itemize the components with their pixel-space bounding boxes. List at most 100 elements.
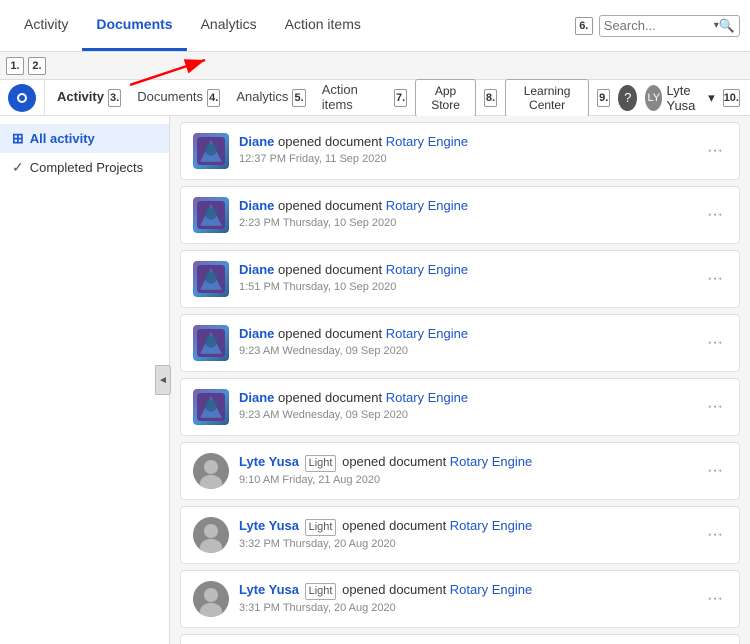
user-link[interactable]: Diane <box>239 134 274 149</box>
avatar <box>193 389 229 425</box>
activity-time: 9:10 AM Friday, 21 Aug 2020 <box>239 474 693 486</box>
activity-item: Diane opened document Rotary Engine 9:23… <box>180 378 740 436</box>
completed-projects-icon: ✓ <box>12 159 24 176</box>
annotation-badge-7: 7. <box>394 89 407 107</box>
activity-time: 3:32 PM Thursday, 20 Aug 2020 <box>239 538 693 550</box>
avatar <box>193 197 229 233</box>
activity-time: 2:23 PM Thursday, 10 Sep 2020 <box>239 217 693 229</box>
learning-center-button[interactable]: Learning Center <box>505 79 589 117</box>
action-text: opened document <box>342 582 450 597</box>
activity-time: 3:31 PM Thursday, 20 Aug 2020 <box>239 602 693 614</box>
lyte-avatar-image <box>193 581 229 617</box>
activity-item: Diane opened document Rotary Engine 9:23… <box>180 314 740 372</box>
document-link[interactable]: Rotary Engine <box>450 582 532 597</box>
sub-nav-left <box>0 80 45 115</box>
sidebar-item-all-activity[interactable]: ⊞ All activity <box>0 124 169 153</box>
activity-content: Diane opened document Rotary Engine 1:51… <box>239 261 693 293</box>
activity-content: Lyte Yusa Light opened document Rotary E… <box>239 581 693 614</box>
action-text: opened document <box>278 198 386 213</box>
activity-item: Lyte Yusa Light opened document Rotary E… <box>180 570 740 628</box>
more-options-button[interactable]: ··· <box>703 142 727 160</box>
activity-content: Diane opened document Rotary Engine 2:23… <box>239 197 693 229</box>
document-link[interactable]: Rotary Engine <box>386 390 468 405</box>
user-link[interactable]: Lyte Yusa <box>239 582 299 597</box>
search-input[interactable] <box>604 18 714 33</box>
annotation-badge-2: 2. <box>28 57 46 75</box>
document-link[interactable]: Rotary Engine <box>386 134 468 149</box>
user-link[interactable]: Diane <box>239 262 274 277</box>
activity-content: Lyte Yusa Light opened document Rotary E… <box>239 453 693 486</box>
top-nav-tabs: Activity Documents Analytics Action item… <box>10 0 575 51</box>
action-text: opened document <box>278 262 386 277</box>
activity-item: Lyte Yusa Light opened document Rotary E… <box>180 506 740 564</box>
sub-nav-tab-actionitems[interactable]: Action items <box>310 80 384 115</box>
avatar <box>193 453 229 489</box>
activity-time: 9:23 AM Wednesday, 09 Sep 2020 <box>239 345 693 357</box>
activity-item: Diane opened document Rotary Engine 12:3… <box>180 122 740 180</box>
red-arrow <box>130 55 230 95</box>
more-options-button[interactable]: ··· <box>703 590 727 608</box>
sub-nav-tab-analytics[interactable]: Analytics <box>224 80 300 115</box>
activity-text: Diane opened document Rotary Engine <box>239 325 693 343</box>
activity-content: Diane opened document Rotary Engine 9:23… <box>239 389 693 421</box>
more-options-button[interactable]: ··· <box>703 398 727 416</box>
annotation-badge-5: 5. <box>292 89 305 107</box>
more-options-button[interactable]: ··· <box>703 526 727 544</box>
user-link[interactable]: Diane <box>239 326 274 341</box>
document-link[interactable]: Rotary Engine <box>386 262 468 277</box>
action-text: opened document <box>278 326 386 341</box>
more-options-button[interactable]: ··· <box>703 206 727 224</box>
document-link[interactable]: Rotary Engine <box>450 454 532 469</box>
more-options-button[interactable]: ··· <box>703 462 727 480</box>
search-icon[interactable]: 🔍 <box>719 18 735 34</box>
top-nav-right: 6. ▾ 🔍 <box>575 15 740 37</box>
annotation-badge-3: 3. <box>108 89 121 107</box>
top-nav-tab-documents[interactable]: Documents <box>82 0 186 51</box>
diane-avatar-image <box>197 393 225 421</box>
diane-avatar-image <box>197 265 225 293</box>
activity-text: Diane opened document Rotary Engine <box>239 197 693 215</box>
activity-time: 12:37 PM Friday, 11 Sep 2020 <box>239 153 693 165</box>
user-link[interactable]: Diane <box>239 390 274 405</box>
lyte-avatar-image <box>193 453 229 489</box>
sub-nav-bar: Activity 3. Documents 4. Analytics 5. Ac… <box>0 80 750 116</box>
document-link[interactable]: Rotary Engine <box>386 198 468 213</box>
user-link[interactable]: Lyte Yusa <box>239 518 299 533</box>
activity-text: Diane opened document Rotary Engine <box>239 261 693 279</box>
action-text: opened document <box>342 454 450 469</box>
user-link[interactable]: Diane <box>239 198 274 213</box>
top-nav-tab-analytics[interactable]: Analytics <box>187 0 271 51</box>
avatar <box>193 581 229 617</box>
avatar <box>193 133 229 169</box>
user-link[interactable]: Lyte Yusa <box>239 454 299 469</box>
user-menu-button[interactable]: LY Lyte Yusa ▾ <box>645 83 715 113</box>
top-nav-tab-actionitems[interactable]: Action items <box>271 0 375 51</box>
annotation-badge-8: 8. <box>484 89 497 107</box>
user-dropdown-icon: ▾ <box>708 90 715 106</box>
collapse-icon: ◄ <box>158 375 168 386</box>
activity-time: 1:51 PM Thursday, 10 Sep 2020 <box>239 281 693 293</box>
action-text: opened document <box>278 390 386 405</box>
document-link[interactable]: Rotary Engine <box>386 326 468 341</box>
more-options-button[interactable]: ··· <box>703 270 727 288</box>
main-area: ⊞ All activity ✓ Completed Projects ◄ <box>0 116 750 644</box>
user-type-badge: Light <box>305 519 337 536</box>
diane-avatar-image <box>197 329 225 357</box>
sub-nav-right: 7. App Store 8. Learning Center 9. ? LY … <box>384 79 750 117</box>
activity-text: Lyte Yusa Light opened document Rotary E… <box>239 581 693 600</box>
activity-item: Diane opened document Rotary Engine 2:23… <box>180 186 740 244</box>
activity-feed: Diane opened document Rotary Engine 12:3… <box>170 116 750 644</box>
sub-nav-tab-activity[interactable]: Activity <box>45 80 116 115</box>
top-nav-tab-activity[interactable]: Activity <box>10 0 82 51</box>
sidebar-collapse-button[interactable]: ◄ <box>155 365 171 395</box>
more-options-button[interactable]: ··· <box>703 334 727 352</box>
annotation-badge-10: 10. <box>723 89 740 107</box>
document-link[interactable]: Rotary Engine <box>450 518 532 533</box>
activity-text: Diane opened document Rotary Engine <box>239 389 693 407</box>
sidebar-item-completed-projects-label: Completed Projects <box>30 160 143 175</box>
help-button[interactable]: ? <box>618 85 637 111</box>
app-logo[interactable] <box>8 84 36 112</box>
app-store-button[interactable]: App Store <box>415 79 475 117</box>
diane-avatar-image <box>197 201 225 229</box>
sidebar-item-completed-projects[interactable]: ✓ Completed Projects <box>0 153 169 182</box>
